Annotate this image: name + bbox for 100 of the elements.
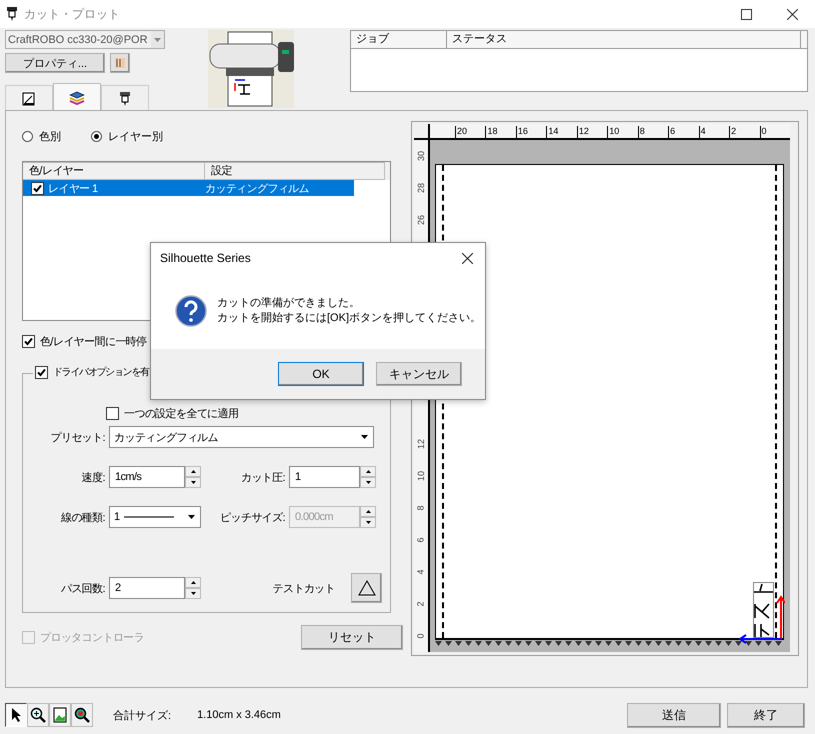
total-size-value: 1.10cm x 3.46cm [197, 709, 281, 721]
checkbox-label: 一つの設定を全てに適用 [124, 406, 238, 421]
field-label: プリセット: [50, 430, 106, 444]
spin-down-button[interactable] [360, 477, 376, 488]
ruler-label: 8 [638, 126, 645, 136]
table-cell-text: カッティングフィルム [205, 182, 310, 196]
radio-label: レイヤー別 [108, 130, 163, 144]
test-cut-button[interactable] [351, 573, 382, 603]
reset-button[interactable]: リセット [301, 625, 403, 650]
checkmark-icon [37, 368, 46, 376]
ruler-label: 4 [416, 570, 426, 574]
checkbox[interactable] [35, 366, 48, 378]
dialog-message: カットの準備ができました。 カットを開始するには[OK]ボタンを押してください。 [217, 296, 482, 326]
field-label: 線の種類: [60, 510, 106, 524]
pointer-icon [10, 707, 22, 723]
ruler-label: 28 [416, 183, 426, 193]
speed-field[interactable]: 1cm/s [109, 466, 185, 488]
ruler-label: 6 [416, 538, 426, 542]
triangle-icon [358, 580, 376, 596]
checkbox[interactable] [31, 182, 44, 194]
checkbox[interactable] [22, 335, 35, 348]
down-arrow-icon [366, 481, 370, 484]
question-icon [175, 295, 207, 327]
column-header: ステータス [447, 31, 801, 48]
dialog-title: Silhouette Series [160, 251, 251, 265]
picture-icon [53, 707, 67, 723]
ruler-label: 26 [416, 215, 426, 225]
pressure-field[interactable]: 1 [289, 466, 360, 488]
ok-button[interactable]: OK [278, 362, 364, 386]
caret-icon [361, 435, 368, 439]
column-header: 設定 [205, 162, 385, 180]
ruler-label: 16 [516, 126, 528, 136]
ruler-label: 20 [456, 126, 468, 136]
ruler-label: 0 [416, 634, 426, 638]
zoom-in-icon [30, 707, 46, 723]
ruler-label: 30 [416, 151, 426, 161]
test-cut-label: テストカット [272, 582, 336, 596]
ruler-label: 8 [416, 506, 426, 510]
cutter-icon [6, 6, 18, 22]
spin-up-button[interactable] [185, 466, 201, 477]
page-icon [22, 92, 36, 106]
close-icon [786, 8, 798, 20]
ruler-label: 12 [578, 126, 589, 136]
layer-row[interactable]: レイヤー 1 カッティングフィルム [23, 180, 354, 196]
tab[interactable] [5, 85, 53, 111]
passes-field[interactable]: 2 [109, 577, 185, 599]
spin-down-button[interactable] [185, 588, 201, 599]
column-header: ジョブ [351, 31, 447, 48]
zoom-area-icon [74, 707, 90, 723]
tool-button[interactable] [49, 703, 71, 727]
ruler-label: 10 [416, 471, 426, 481]
column-header: 色/レイヤー [23, 162, 205, 180]
checkmark-icon [24, 337, 33, 346]
preset-dropdown[interactable]: カッティングフィルム [109, 426, 374, 448]
send-button[interactable]: 送信 [627, 702, 721, 728]
line-sample-icon [124, 516, 174, 518]
properties-button[interactable]: プロパティ... [5, 53, 105, 73]
radio-option[interactable]: レイヤー別 [91, 128, 163, 144]
cancel-button[interactable]: キャンセル [376, 362, 462, 386]
layers-icon [68, 90, 86, 104]
printer-dropdown[interactable]: CraftROBO cc330-20@POR [5, 30, 165, 49]
spin-down-button[interactable] [185, 477, 201, 488]
down-arrow-icon [190, 592, 196, 595]
tool-button[interactable] [27, 703, 49, 727]
spin-up-button[interactable] [360, 506, 376, 517]
up-arrow-icon [190, 581, 196, 584]
tab[interactable] [101, 85, 149, 111]
ruler-label: 12 [416, 439, 426, 449]
tool-button[interactable] [5, 703, 27, 727]
radio-option[interactable]: 色別 [22, 128, 61, 144]
window-title: カット・プロット [24, 6, 120, 22]
ruler-label: 2 [730, 126, 736, 136]
ruler-label: 0 [760, 126, 767, 136]
maximize-icon [740, 8, 752, 20]
line-type-dropdown[interactable]: 1 [109, 506, 201, 528]
ruler-label: 6 [669, 126, 676, 136]
exit-button[interactable]: 終了 [727, 702, 805, 728]
radio-button[interactable] [91, 130, 102, 142]
spin-down-button[interactable] [360, 517, 376, 528]
ruler-label: 4 [700, 126, 706, 136]
tool-button[interactable] [71, 703, 93, 727]
checkbox[interactable] [106, 407, 119, 420]
field-label: カット圧: [240, 470, 286, 484]
axis-arrows-icon [739, 594, 785, 644]
field-label: ピッチサイズ: [219, 510, 286, 524]
checkbox-label: ドライバオプションを有 [53, 366, 149, 379]
settings-button[interactable] [110, 53, 130, 73]
checkbox-label: 色/レイヤー間に一時停 [40, 335, 146, 349]
total-size-label: 合計サイズ: [113, 708, 172, 722]
ruler-label: 2 [416, 602, 426, 606]
spin-up-button[interactable] [360, 466, 376, 477]
close-icon [462, 252, 472, 264]
checkbox-label: プロッタコントローラ [40, 630, 144, 645]
up-arrow-icon [190, 470, 196, 473]
spin-up-button[interactable] [185, 577, 201, 588]
caret-icon [188, 515, 195, 519]
radio-button[interactable] [22, 130, 33, 142]
field-label: 速度: [80, 470, 106, 484]
up-arrow-icon [366, 470, 370, 473]
cutter-icon [119, 90, 131, 106]
